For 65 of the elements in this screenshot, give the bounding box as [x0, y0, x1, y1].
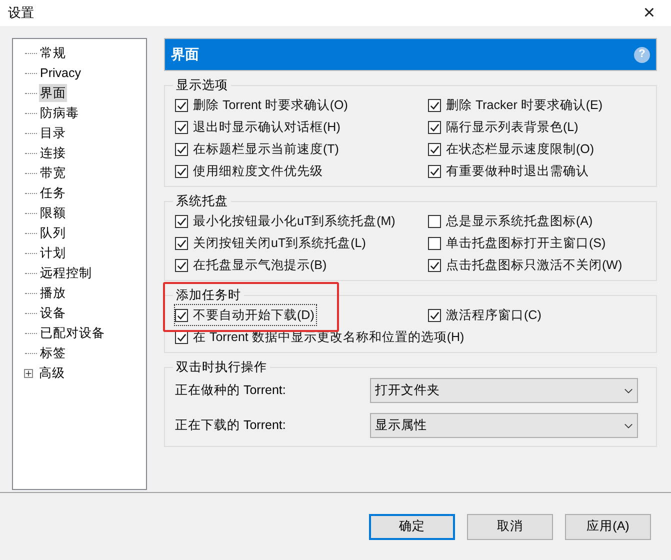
dropdown[interactable]: 显示属性	[370, 413, 638, 438]
option-checkbox[interactable]: 不要自动开始下载(D)	[175, 305, 316, 325]
option-checkbox[interactable]: 退出时显示确认对话框(H)	[175, 117, 342, 137]
check-icon	[176, 166, 187, 176]
sidebar-item[interactable]: 队列	[39, 224, 67, 242]
chevron-down-icon	[624, 388, 633, 394]
window-title: 设置	[8, 4, 34, 22]
sidebar-item[interactable]: 计划	[39, 244, 67, 262]
page-title: 界面	[171, 45, 199, 64]
option-checkbox[interactable]: 点击托盘图标只激活不关闭(W)	[428, 255, 624, 275]
group-title: 显示选项	[173, 77, 231, 93]
sidebar-item[interactable]: 界面	[39, 84, 67, 102]
dialog-button[interactable]: 确定	[369, 514, 455, 540]
sidebar-item[interactable]: 标签	[39, 344, 67, 362]
option-checkbox[interactable]: 使用细粒度文件优先级	[175, 161, 325, 181]
expander-icon[interactable]	[24, 368, 33, 378]
option-checkbox[interactable]: 有重要做种时退出需确认	[428, 161, 591, 181]
option-checkbox[interactable]: 隔行显示列表背景色(L)	[428, 117, 580, 137]
sidebar-item[interactable]: 限额	[39, 204, 67, 222]
check-icon	[429, 310, 440, 320]
sidebar-item[interactable]: 防病毒	[39, 104, 80, 122]
option-checkbox[interactable]: 删除 Tracker 时要求确认(E)	[428, 95, 605, 115]
sidebar-item[interactable]: 远程控制	[39, 264, 93, 282]
check-icon	[176, 332, 187, 342]
group-title: 系统托盘	[173, 193, 231, 209]
sidebar-item[interactable]: Privacy	[39, 64, 82, 82]
option-checkbox[interactable]: 总是显示系统托盘图标(A)	[428, 211, 595, 231]
check-icon	[176, 100, 187, 110]
sidebar-item[interactable]: 已配对设备	[39, 324, 106, 342]
check-icon	[429, 260, 440, 270]
option-checkbox[interactable]: 单击托盘图标打开主窗口(S)	[428, 233, 608, 253]
check-icon	[176, 238, 187, 248]
check-icon	[429, 144, 440, 154]
option-checkbox[interactable]: 在状态栏显示速度限制(O)	[428, 139, 596, 159]
sidebar-item[interactable]: 播放	[39, 284, 67, 302]
sidebar-item[interactable]: 常规	[39, 44, 67, 62]
chevron-down-icon	[624, 422, 633, 428]
group-title: 添加任务时	[173, 287, 244, 303]
close-button[interactable]: ×	[635, 3, 663, 23]
sidebar-item[interactable]: 目录	[39, 124, 67, 142]
check-icon	[429, 122, 440, 132]
group-title: 双击时执行操作	[173, 359, 270, 375]
sidebar-item[interactable]: 连接	[39, 144, 67, 162]
check-icon	[429, 166, 440, 176]
check-icon	[176, 260, 187, 270]
check-icon	[176, 216, 187, 226]
field-label: 正在下载的 Torrent:	[175, 417, 286, 434]
dropdown[interactable]: 打开文件夹	[370, 378, 638, 403]
field-label: 正在做种的 Torrent:	[175, 382, 286, 400]
sidebar-item[interactable]: 设备	[39, 304, 67, 322]
option-checkbox[interactable]: 最小化按钮最小化uT到系统托盘(M)	[175, 211, 398, 231]
option-checkbox[interactable]: 关闭按钮关闭uT到系统托盘(L)	[175, 233, 368, 253]
option-checkbox[interactable]: 删除 Torrent 时要求确认(O)	[175, 95, 350, 115]
dialog-button[interactable]: 应用(A)	[565, 514, 651, 540]
check-icon	[176, 122, 187, 132]
option-checkbox[interactable]: 在标题栏显示当前速度(T)	[175, 139, 341, 159]
option-checkbox[interactable]: 在托盘显示气泡提示(B)	[175, 255, 329, 275]
sidebar-item[interactable]: 任务	[39, 184, 67, 202]
sidebar-item[interactable]: 带宽	[39, 164, 67, 182]
check-icon	[176, 310, 187, 320]
option-checkbox[interactable]: 激活程序窗口(C)	[428, 305, 544, 325]
dialog-button[interactable]: 取消	[467, 514, 553, 540]
check-icon	[176, 144, 187, 154]
sidebar-item[interactable]: 高级	[38, 364, 66, 382]
check-icon	[429, 100, 440, 110]
